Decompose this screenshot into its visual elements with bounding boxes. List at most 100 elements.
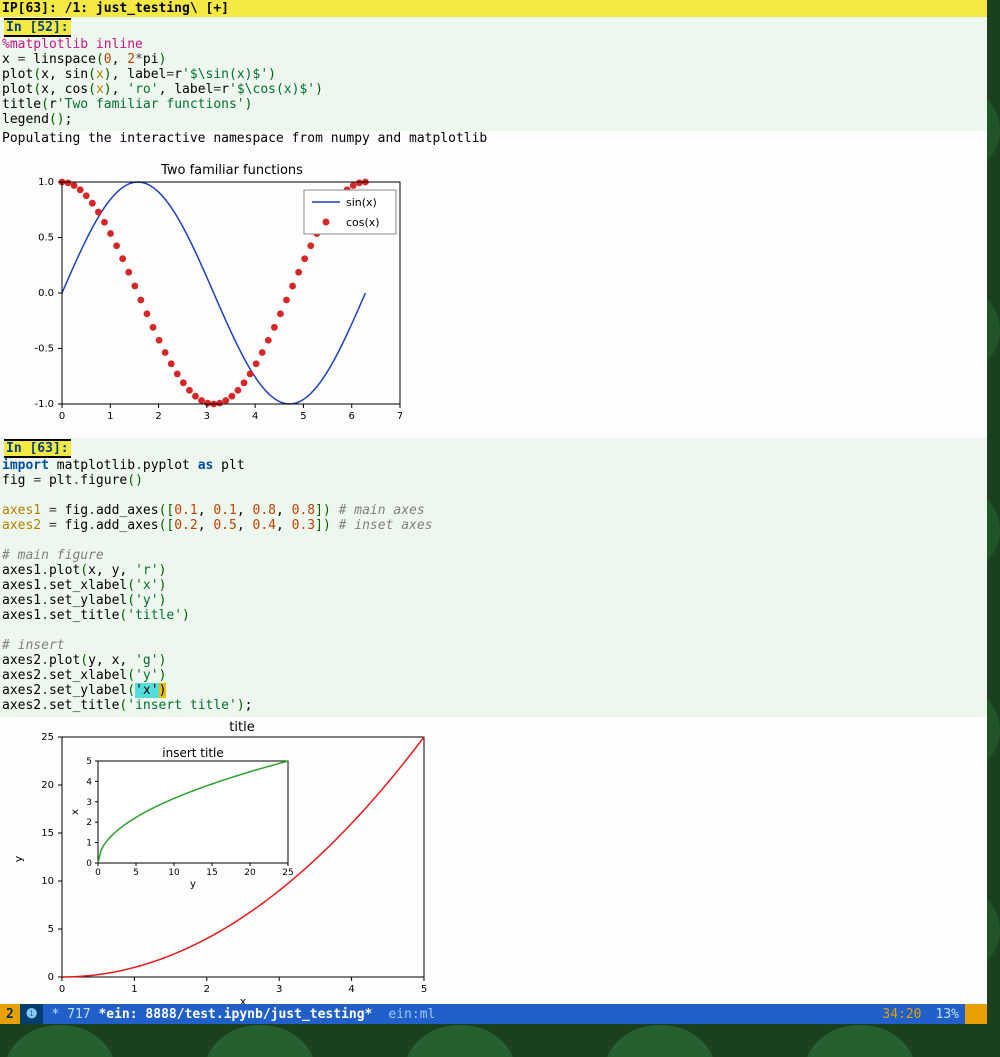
code-tok: ,: [112, 82, 128, 97]
code-tok: (): [49, 112, 65, 127]
code-tok: ([: [159, 518, 175, 533]
code-tok: .: [41, 608, 49, 623]
svg-text:15: 15: [41, 828, 54, 839]
code-tok: ): [182, 608, 190, 623]
code-tok: .: [41, 668, 49, 683]
status-window-badge[interactable]: ❶: [20, 1004, 44, 1024]
cell-2-input[interactable]: In [63]: import matplotlib.pyplot as plt…: [0, 438, 987, 717]
code-tok: add_axes: [96, 518, 159, 533]
editor-pane[interactable]: In [52]: %matplotlib inline x = linspace…: [0, 17, 987, 1015]
status-workspace-badge[interactable]: 2: [0, 1004, 20, 1024]
code-tok: plot: [49, 653, 80, 668]
code-tok: ): [315, 82, 323, 97]
svg-text:10: 10: [168, 868, 180, 878]
code-tok: 0: [104, 52, 112, 67]
code-tok: matplotlib: [49, 458, 135, 473]
code-tok: # main figure: [2, 548, 104, 563]
code-tok: set_ylabel: [49, 593, 127, 608]
code-tok: 2: [127, 52, 135, 67]
code-tok: fig: [57, 518, 88, 533]
status-line-count: 717: [67, 1007, 90, 1022]
code-tok: x, cos: [41, 82, 88, 97]
code-tok: r: [174, 67, 182, 82]
code-tok: (: [80, 653, 88, 668]
code-tok: (: [33, 67, 41, 82]
code-tok: plot: [49, 563, 80, 578]
svg-text:y: y: [190, 879, 196, 890]
code-tok: ,: [198, 503, 214, 518]
code-tok: , label: [112, 67, 167, 82]
cell-1-stdout: Populating the interactive namespace fro…: [0, 131, 987, 150]
tab-bar[interactable]: IP[63]: /1: just_testing\ [+]: [0, 0, 987, 17]
code-tok: =: [49, 503, 57, 518]
code-tok: 'Two familiar functions': [57, 97, 245, 112]
svg-text:1: 1: [86, 839, 92, 849]
code-tok: (: [33, 82, 41, 97]
cell-1-input[interactable]: In [52]: %matplotlib inline x = linspace…: [0, 17, 987, 131]
svg-text:1.0: 1.0: [38, 177, 54, 188]
code-tok: ): [159, 668, 167, 683]
code-tok: ,: [112, 52, 128, 67]
code-tok: .: [41, 683, 49, 698]
cell-2-prompt: In [63]:: [4, 439, 71, 458]
code-tok: # inset axes: [339, 518, 433, 533]
svg-text:0.5: 0.5: [38, 233, 54, 244]
code-tok: add_axes: [96, 503, 159, 518]
code-tok: x, y,: [88, 563, 135, 578]
svg-text:1: 1: [131, 984, 137, 995]
code-tok: =: [49, 518, 57, 533]
code-tok: plot: [2, 82, 33, 97]
cell-1-prompt: In [52]:: [4, 18, 71, 37]
svg-text:5: 5: [86, 757, 92, 767]
code-tok: (): [127, 473, 143, 488]
svg-text:0: 0: [48, 972, 54, 983]
code-tok: ): [159, 578, 167, 593]
code-tok: y, x,: [88, 653, 135, 668]
code-tok: ): [159, 52, 167, 67]
code-tok: ,: [198, 518, 214, 533]
code-tok: ,: [237, 503, 253, 518]
code-tok: .: [41, 593, 49, 608]
code-tok: 0.2: [174, 518, 197, 533]
svg-text:4: 4: [86, 777, 92, 787]
code-tok: set_title: [49, 608, 119, 623]
code-tok: (: [88, 67, 96, 82]
code-tok: set_xlabel: [49, 578, 127, 593]
code-tok: 0.8: [253, 503, 276, 518]
svg-text:10: 10: [41, 876, 54, 887]
code-tok: 0.4: [253, 518, 276, 533]
code-tok: plt: [41, 473, 72, 488]
svg-text:Two familiar functions: Two familiar functions: [160, 163, 303, 178]
code-tok: ,: [276, 518, 292, 533]
svg-text:0: 0: [59, 411, 65, 422]
code-tok: axes1: [2, 578, 41, 593]
svg-text:3: 3: [204, 411, 210, 422]
code-tok: 'title': [127, 608, 182, 623]
status-buffer-name: *ein: 8888/test.ipynb/just_testing*: [98, 1007, 372, 1022]
svg-text:6: 6: [349, 411, 355, 422]
code-tok: x: [96, 67, 104, 82]
svg-text:4: 4: [348, 984, 354, 995]
code-tok: '$\sin(x)$': [182, 67, 268, 82]
code-tok: (: [41, 97, 49, 112]
code-tok: ): [237, 698, 245, 713]
code-tok: axes1: [2, 608, 41, 623]
code-tok: (: [127, 668, 135, 683]
svg-text:2: 2: [86, 818, 92, 828]
status-modified: *: [51, 1007, 59, 1022]
code-tok: .: [88, 518, 96, 533]
code-tok: .: [41, 578, 49, 593]
code-tok: axes2: [2, 668, 41, 683]
code-line: %matplotlib inline: [2, 37, 143, 52]
code-tok: 'r': [135, 563, 158, 578]
code-tok: axes1: [2, 593, 41, 608]
svg-text:5: 5: [133, 868, 139, 878]
code-tok: axes2: [2, 518, 49, 533]
svg-text:20: 20: [41, 780, 54, 791]
svg-text:insert title: insert title: [162, 746, 224, 760]
svg-text:title: title: [229, 720, 254, 735]
code-tok: ): [159, 593, 167, 608]
svg-text:3: 3: [276, 984, 282, 995]
code-tok: ): [159, 653, 167, 668]
svg-text:y: y: [12, 855, 25, 862]
